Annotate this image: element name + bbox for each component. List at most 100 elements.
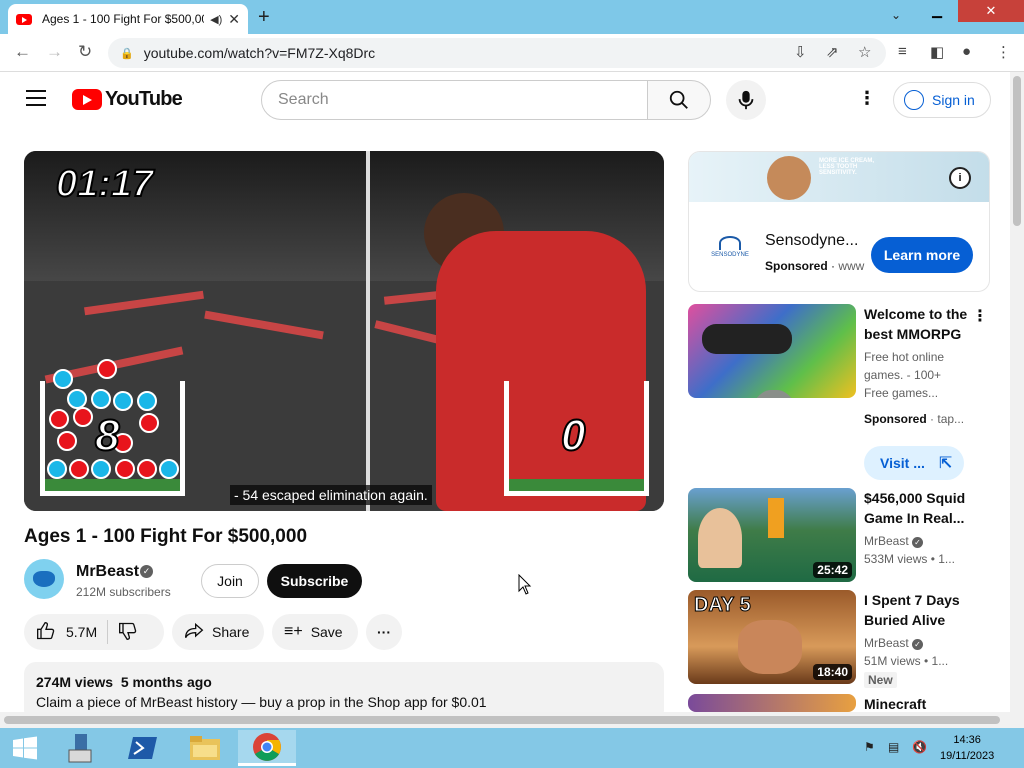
volume-muted-icon[interactable]: 🔇: [912, 740, 927, 754]
share-button[interactable]: Share: [172, 614, 264, 650]
red-ball: [73, 407, 93, 427]
logo-wordmark: YouTube: [105, 88, 183, 110]
ad-banner-text: MORE ICE CREAM, LESS TOOTH SENSITIVITY.: [819, 158, 875, 176]
red-ball: [139, 413, 159, 433]
vertical-scroll-thumb[interactable]: [1013, 76, 1021, 226]
visit-site-button[interactable]: Visit ... ⇱: [864, 446, 964, 480]
rec-title[interactable]: $456,000 Squid Game In Real...: [864, 488, 974, 528]
browser-toolbar: ← → ↻ 🔒 youtube.com/watch?v=FM7Z-Xq8Drc …: [0, 34, 1024, 72]
forward-arrow-icon[interactable]: →: [46, 42, 63, 62]
tab-search-chevron-icon[interactable]: ⌄: [891, 8, 901, 22]
rec-title[interactable]: Minecraft: [864, 694, 974, 712]
ad-banner-image[interactable]: MORE ICE CREAM, LESS TOOTH SENSITIVITY. …: [689, 152, 989, 202]
recommendation-item[interactable]: Welcome to the best MMORPG ⋮ Free hot on…: [688, 304, 998, 480]
system-clock[interactable]: 14:36 19/11/2023: [940, 732, 994, 764]
lock-icon: 🔒: [120, 47, 134, 60]
search-input[interactable]: Search: [261, 80, 648, 120]
external-link-icon: ⇱: [938, 455, 953, 472]
recommendation-item[interactable]: Minecraft: [688, 694, 998, 712]
learn-more-button[interactable]: Learn more: [871, 237, 973, 273]
youtube-logo[interactable]: YouTube: [72, 88, 183, 111]
share-arrow-icon: [184, 622, 204, 643]
search-button[interactable]: [647, 80, 711, 120]
network-icon[interactable]: ▤: [888, 740, 899, 754]
address-bar[interactable]: 🔒 youtube.com/watch?v=FM7Z-Xq8Drc: [108, 38, 886, 68]
left-score: 8: [94, 410, 121, 461]
profile-icon[interactable]: ●: [962, 43, 971, 60]
voice-search-button[interactable]: [726, 80, 766, 120]
recommendation-item[interactable]: 25:42 $456,000 Squid Game In Real... MrB…: [688, 488, 998, 582]
blue-ball: [113, 391, 133, 411]
chrome-app[interactable]: [238, 730, 296, 766]
minecraft-thumbnail[interactable]: [688, 694, 856, 712]
thumb-face: [698, 508, 742, 568]
clock-time: 14:36: [953, 734, 981, 746]
new-tab-button[interactable]: +: [258, 6, 270, 29]
info-icon[interactable]: i: [949, 167, 971, 189]
url-text: youtube.com/watch?v=FM7Z-Xq8Drc: [143, 45, 376, 61]
powershell-icon: [128, 737, 157, 759]
thumb-day-text: DAY 5: [694, 594, 752, 617]
ball-tank-right: 0: [504, 381, 649, 496]
more-actions-button[interactable]: ···: [366, 614, 402, 650]
video-timer-overlay: 01:17: [55, 162, 154, 206]
blue-ball: [137, 391, 157, 411]
verified-check-icon: ✓: [140, 565, 153, 578]
file-explorer-app[interactable]: [176, 730, 234, 766]
like-count[interactable]: 5.7M: [66, 624, 97, 640]
upload-age: 5 months ago: [120, 674, 212, 690]
flag-icon[interactable]: ⚑: [864, 740, 875, 754]
thumbs-up-icon[interactable]: [36, 621, 56, 644]
rec-title[interactable]: I Spent 7 Days Buried Alive: [864, 590, 974, 630]
youtube-play-icon: [72, 89, 102, 110]
hamburger-menu-icon[interactable]: [26, 90, 46, 106]
squid-game-thumbnail[interactable]: 25:42: [688, 488, 856, 582]
save-button[interactable]: ≡+ Save: [272, 614, 358, 650]
blue-ball: [47, 459, 67, 479]
speaker-icon[interactable]: ◀): [210, 13, 222, 26]
buried-alive-thumbnail[interactable]: DAY 5 18:40: [688, 590, 856, 684]
horizontal-scrollbar[interactable]: [0, 712, 1010, 728]
ball-tank-left: 8: [40, 359, 185, 496]
channel-name[interactable]: MrBeast: [76, 563, 139, 581]
glass-divider: [366, 151, 370, 511]
bookmark-star-icon[interactable]: ☆: [858, 43, 871, 61]
rec-channel: MrBeast ✓: [864, 534, 924, 548]
mmorpg-ad-thumbnail[interactable]: [688, 304, 856, 398]
start-button[interactable]: [0, 730, 50, 766]
reload-icon[interactable]: ↻: [78, 42, 92, 62]
side-panel-icon[interactable]: ◧: [930, 43, 944, 61]
sign-in-button[interactable]: Sign in: [893, 82, 991, 118]
subscribe-button[interactable]: Subscribe: [267, 564, 362, 598]
vertical-scrollbar[interactable]: [1010, 72, 1024, 728]
video-duration: 25:42: [813, 562, 852, 578]
share-label: Share: [212, 624, 250, 640]
channel-avatar[interactable]: [24, 559, 64, 599]
share-page-icon[interactable]: ⇗: [826, 43, 839, 61]
sign-in-label: Sign in: [932, 92, 975, 108]
browser-tab[interactable]: Ages 1 - 100 Fight For $500,000 ◀) ✕: [8, 4, 248, 34]
rec-title[interactable]: Welcome to the best MMORPG: [864, 304, 974, 344]
powershell-app[interactable]: [114, 730, 172, 766]
browser-menu-icon[interactable]: ⋮: [996, 43, 1011, 61]
horizontal-scroll-thumb[interactable]: [4, 716, 1000, 724]
media-queue-icon[interactable]: ≡: [898, 43, 907, 60]
thumbs-down-icon[interactable]: [118, 621, 138, 644]
video-player[interactable]: 01:17 8 0 - 54 escaped elimination again…: [24, 151, 664, 511]
join-button[interactable]: Join: [201, 564, 259, 598]
recommendation-item[interactable]: DAY 5 18:40 I Spent 7 Days Buried Alive …: [688, 590, 998, 688]
server-manager-app[interactable]: [52, 730, 110, 766]
settings-kebab-icon[interactable]: ⋮: [858, 88, 876, 109]
search-placeholder: Search: [278, 91, 329, 108]
tab-close-icon[interactable]: ✕: [228, 11, 240, 28]
window-close-button[interactable]: ✕: [958, 0, 1024, 22]
install-icon[interactable]: ⇩: [794, 43, 807, 61]
back-arrow-icon[interactable]: ←: [14, 42, 31, 62]
view-stats: 274M views 5 months ago: [36, 674, 652, 690]
ad-card[interactable]: MORE ICE CREAM, LESS TOOTH SENSITIVITY. …: [688, 151, 990, 292]
blue-ball: [159, 459, 179, 479]
chrome-icon: [253, 732, 281, 761]
rec-menu-kebab-icon[interactable]: ⋮: [972, 306, 988, 326]
more-dots-icon: ···: [377, 624, 391, 640]
windows-logo-icon: [13, 736, 37, 760]
